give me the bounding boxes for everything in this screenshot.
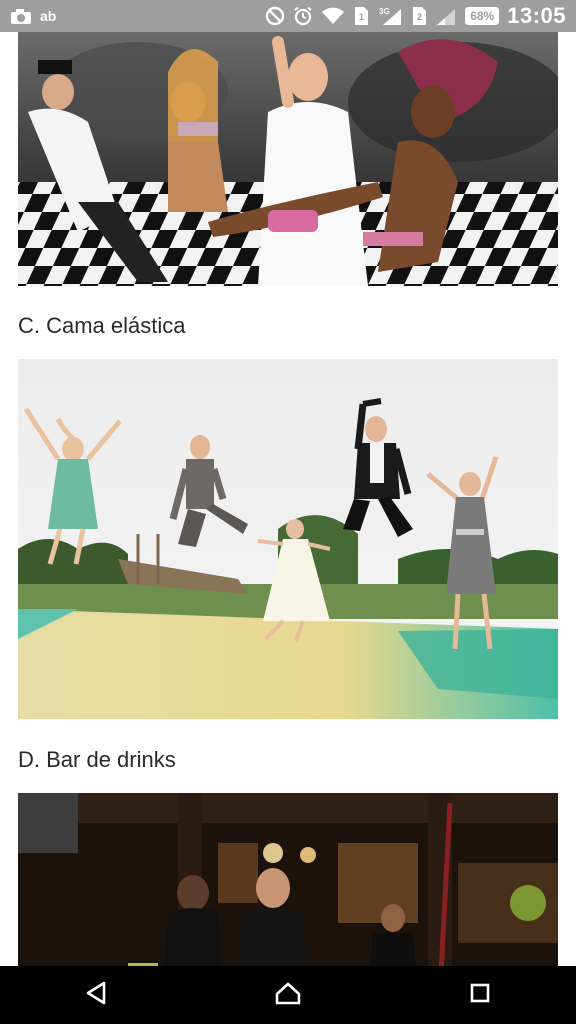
home-button[interactable] <box>258 970 318 1020</box>
ab-app-icon: ab <box>40 8 57 24</box>
article-content[interactable]: C. Cama elástica D. Bar de drinks <box>0 32 576 966</box>
sim2-card-icon: 2 <box>411 6 427 26</box>
caption-bar-de-drinks: D. Bar de drinks <box>18 747 176 772</box>
back-icon <box>84 980 108 1011</box>
svg-text:1: 1 <box>359 12 364 22</box>
sim1-signal-icon: 3G <box>377 6 403 26</box>
recents-icon <box>469 982 491 1009</box>
status-bar: ab 1 3G 2 68% 13:05 <box>0 0 576 32</box>
camera-icon <box>10 7 32 25</box>
no-disturb-icon <box>265 6 285 26</box>
alarm-icon <box>293 6 313 26</box>
home-icon <box>274 981 302 1010</box>
sim1-card-icon: 1 <box>353 6 369 26</box>
caption-cama-elastica: C. Cama elástica <box>18 313 186 338</box>
recents-button[interactable] <box>450 970 510 1020</box>
sim2-signal-icon <box>435 6 457 26</box>
network-type-label: 3G <box>379 7 390 16</box>
wifi-icon <box>321 7 345 25</box>
bar-drinks-photo <box>18 793 558 966</box>
status-right: 1 3G 2 68% 13:05 <box>265 3 566 29</box>
party-dance-photo <box>18 32 558 286</box>
navigation-bar <box>0 966 576 1024</box>
clock: 13:05 <box>507 3 566 28</box>
trampoline-jump-photo <box>18 359 558 719</box>
sim2-label: 2 <box>417 12 422 22</box>
back-button[interactable] <box>66 970 126 1020</box>
status-left: ab <box>10 7 56 25</box>
battery-indicator: 68% <box>465 7 500 25</box>
